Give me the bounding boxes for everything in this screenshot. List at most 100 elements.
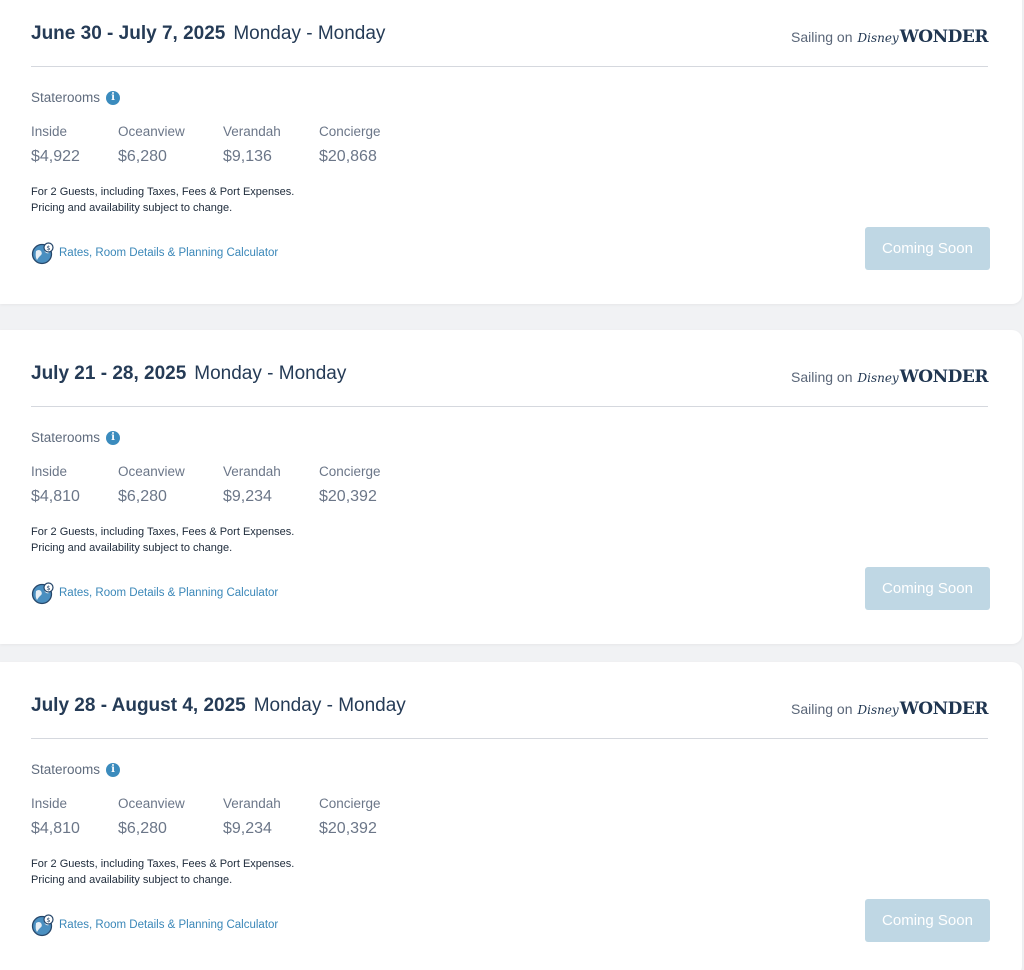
sailing-days: Monday - Monday xyxy=(194,363,347,384)
ship-name: WONDER xyxy=(899,699,989,719)
rates-details-link[interactable]: $ Rates, Room Details & Planning Calcula… xyxy=(31,581,278,605)
globe-price-icon: $ xyxy=(31,582,54,605)
staterooms-label: Staterooms xyxy=(31,430,101,445)
ship-brand: Disney xyxy=(857,703,899,717)
info-icon[interactable]: i xyxy=(106,430,121,445)
stateroom-price: $6,280 xyxy=(118,148,167,165)
stateroom-category: Oceanview $6,280 xyxy=(118,124,185,166)
stateroom-prices: Inside $4,922 Oceanview $6,280 Verandah … xyxy=(31,124,451,172)
sailing-days: Monday - Monday xyxy=(253,695,406,716)
stateroom-name: Concierge xyxy=(319,796,381,811)
stateroom-name: Oceanview xyxy=(118,796,185,811)
stateroom-price: $4,922 xyxy=(31,148,80,165)
stateroom-price: $20,392 xyxy=(319,820,377,837)
info-icon[interactable]: i xyxy=(106,90,121,105)
disclaimer-line: For 2 Guests, including Taxes, Fees & Po… xyxy=(31,526,295,538)
sailing-list: June 30 - July 7, 2025 Monday - Monday Sa… xyxy=(0,0,1024,970)
svg-text:$: $ xyxy=(46,244,50,252)
rates-details-link[interactable]: $ Rates, Room Details & Planning Calcula… xyxy=(31,913,278,937)
globe-price-icon: $ xyxy=(31,914,54,937)
stateroom-name: Verandah xyxy=(223,124,281,139)
stateroom-price: $4,810 xyxy=(31,488,80,505)
card-header: July 21 - 28, 2025 Monday - Monday Sailin… xyxy=(31,363,989,407)
pricing-disclaimer: For 2 Guests, including Taxes, Fees & Po… xyxy=(31,856,294,888)
sailing-dates: July 28 - August 4, 2025 xyxy=(31,695,246,716)
stateroom-price: $6,280 xyxy=(118,820,167,837)
stateroom-price: $20,868 xyxy=(319,148,377,165)
stateroom-category: Concierge $20,392 xyxy=(319,464,381,506)
stateroom-name: Inside xyxy=(31,124,68,139)
ship-info: Sailing on Disney WONDER xyxy=(790,695,989,723)
disney-wonder-logo: Disney WONDER xyxy=(857,367,988,387)
card-header: June 30 - July 7, 2025 Monday - Monday Sa… xyxy=(31,23,989,67)
stateroom-price: $9,234 xyxy=(223,488,272,505)
sailing-dates: July 21 - 28, 2025 xyxy=(31,363,187,384)
staterooms-label: Staterooms xyxy=(31,90,101,105)
stateroom-prices: Inside $4,810 Oceanview $6,280 Verandah … xyxy=(31,796,451,844)
stateroom-price: $4,810 xyxy=(31,820,80,837)
sailing-card: July 21 - 28, 2025 Monday - Monday Sailin… xyxy=(0,330,1022,644)
disclaimer-line: Pricing and availability subject to chan… xyxy=(31,542,233,554)
rates-link-text: Rates, Room Details & Planning Calculato… xyxy=(59,919,279,931)
stateroom-category: Verandah $9,234 xyxy=(223,796,281,838)
sailing-dates: June 30 - July 7, 2025 xyxy=(31,23,226,44)
rates-details-link[interactable]: $ Rates, Room Details & Planning Calcula… xyxy=(31,241,278,265)
sailing-on-label: Sailing on xyxy=(790,29,853,45)
stateroom-prices: Inside $4,810 Oceanview $6,280 Verandah … xyxy=(31,464,451,512)
stateroom-name: Inside xyxy=(31,464,68,479)
stateroom-category: Verandah $9,234 xyxy=(223,464,281,506)
stateroom-category: Inside $4,810 xyxy=(31,464,80,506)
sailing-dates-heading: July 21 - 28, 2025 Monday - Monday xyxy=(31,363,346,385)
sailing-card: June 30 - July 7, 2025 Monday - Monday Sa… xyxy=(0,0,1022,304)
staterooms-heading: Staterooms i xyxy=(31,90,121,105)
sailing-dates-heading: July 28 - August 4, 2025 Monday - Monday xyxy=(31,695,406,717)
sailing-days: Monday - Monday xyxy=(233,23,386,44)
staterooms-label: Staterooms xyxy=(31,762,101,777)
stateroom-price: $9,136 xyxy=(223,148,272,165)
disney-wonder-logo: Disney WONDER xyxy=(857,27,988,47)
stateroom-name: Inside xyxy=(31,796,68,811)
stateroom-price: $20,392 xyxy=(319,488,377,505)
info-icon[interactable]: i xyxy=(106,762,121,777)
stateroom-price: $6,280 xyxy=(118,488,167,505)
stateroom-category: Concierge $20,868 xyxy=(319,124,381,166)
globe-price-icon: $ xyxy=(31,242,54,265)
disclaimer-line: Pricing and availability subject to chan… xyxy=(31,202,233,214)
sailing-on-label: Sailing on xyxy=(790,701,853,717)
ship-brand: Disney xyxy=(857,31,899,45)
staterooms-heading: Staterooms i xyxy=(31,762,121,777)
disclaimer-line: For 2 Guests, including Taxes, Fees & Po… xyxy=(31,186,295,198)
ship-info: Sailing on Disney WONDER xyxy=(790,23,989,51)
ship-brand: Disney xyxy=(857,371,899,385)
stateroom-category: Oceanview $6,280 xyxy=(118,796,185,838)
coming-soon-button[interactable]: Coming Soon xyxy=(865,899,990,942)
sailing-card: July 28 - August 4, 2025 Monday - Monday … xyxy=(0,662,1022,970)
disney-wonder-logo: Disney WONDER xyxy=(857,699,988,719)
sailing-on-label: Sailing on xyxy=(790,369,853,385)
coming-soon-button[interactable]: Coming Soon xyxy=(865,227,990,270)
stateroom-category: Oceanview $6,280 xyxy=(118,464,185,506)
rates-link-text: Rates, Room Details & Planning Calculato… xyxy=(59,247,279,259)
stateroom-category: Inside $4,810 xyxy=(31,796,80,838)
stateroom-name: Verandah xyxy=(223,464,281,479)
stateroom-name: Oceanview xyxy=(118,124,185,139)
ship-name: WONDER xyxy=(899,367,989,387)
rates-link-text: Rates, Room Details & Planning Calculato… xyxy=(59,587,279,599)
pricing-disclaimer: For 2 Guests, including Taxes, Fees & Po… xyxy=(31,524,294,556)
svg-text:$: $ xyxy=(46,584,50,592)
pricing-disclaimer: For 2 Guests, including Taxes, Fees & Po… xyxy=(31,184,294,216)
staterooms-heading: Staterooms i xyxy=(31,430,121,445)
svg-text:$: $ xyxy=(46,916,50,924)
disclaimer-line: For 2 Guests, including Taxes, Fees & Po… xyxy=(31,858,295,870)
stateroom-name: Concierge xyxy=(319,464,381,479)
ship-name: WONDER xyxy=(899,27,989,47)
stateroom-name: Oceanview xyxy=(118,464,185,479)
stateroom-category: Concierge $20,392 xyxy=(319,796,381,838)
stateroom-category: Verandah $9,136 xyxy=(223,124,281,166)
stateroom-name: Verandah xyxy=(223,796,281,811)
stateroom-name: Concierge xyxy=(319,124,381,139)
sailing-dates-heading: June 30 - July 7, 2025 Monday - Monday xyxy=(31,23,385,45)
coming-soon-button[interactable]: Coming Soon xyxy=(865,567,990,610)
disclaimer-line: Pricing and availability subject to chan… xyxy=(31,874,233,886)
stateroom-price: $9,234 xyxy=(223,820,272,837)
